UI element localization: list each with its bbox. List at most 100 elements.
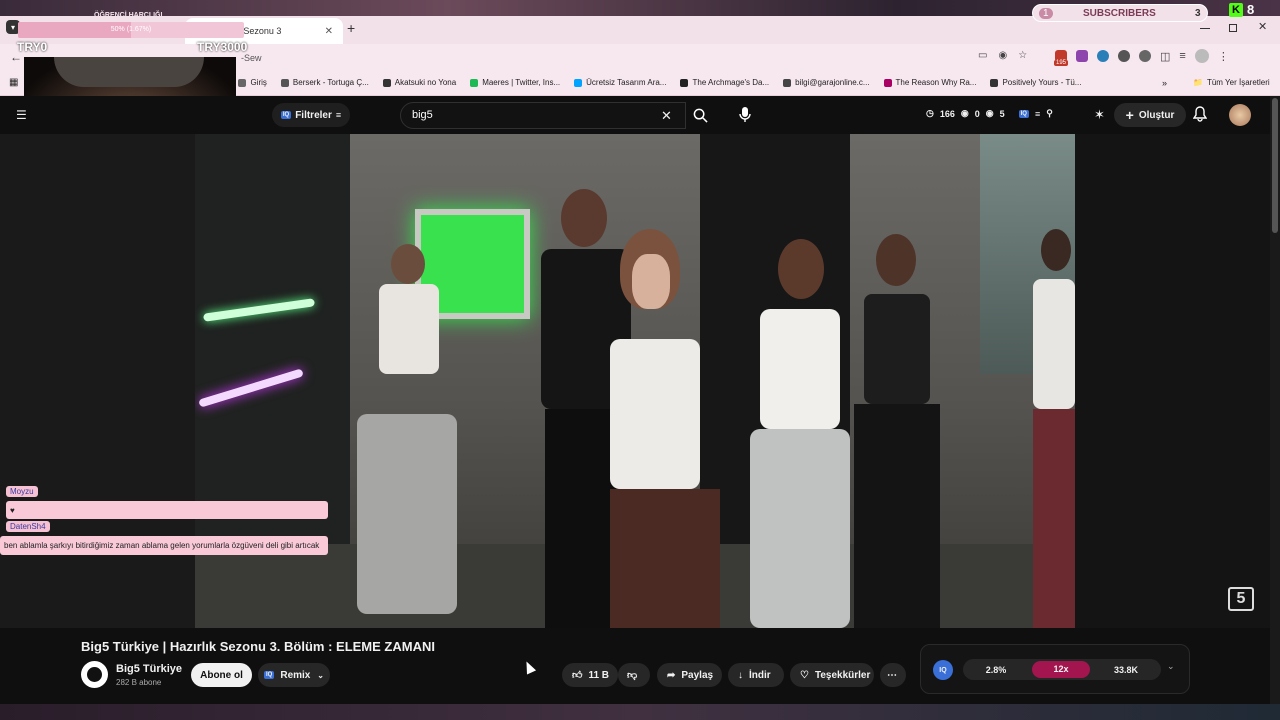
- search-box[interactable]: ✕: [400, 102, 686, 129]
- metric-views-hour: 33.8K: [1113, 664, 1139, 675]
- bookmark-favicon-icon: [470, 78, 479, 87]
- browser-menu-icon[interactable]: ⋮: [1218, 50, 1229, 63]
- iq-logo-icon: IQ: [933, 660, 953, 680]
- eye-off-icon: ◉: [985, 108, 994, 118]
- kick-count: 8: [1247, 2, 1255, 17]
- thumbs-up-icon: 👍︎: [572, 670, 583, 681]
- bookmark-star-icon[interactable]: ☆: [1018, 50, 1027, 61]
- queue-icon[interactable]: ≡: [1035, 109, 1040, 119]
- extension-bulb-icon[interactable]: [1118, 50, 1130, 62]
- download-button[interactable]: ↓ İndir: [728, 663, 784, 687]
- subscribers-current: 1: [1039, 8, 1053, 19]
- bookmark-label: Ücretsiz Tasarım Ara...: [586, 78, 667, 87]
- thanks-button[interactable]: ♡ Teşekkürler: [790, 663, 874, 687]
- right-panel: [1075, 134, 1270, 628]
- dancer-front-woman: [590, 229, 740, 628]
- extension-gear-icon[interactable]: ✶: [1094, 107, 1105, 123]
- eye-icon: ◉: [960, 108, 969, 118]
- url-text[interactable]: -Sew: [241, 53, 262, 63]
- like-button[interactable]: 👍︎ 11 B: [562, 663, 618, 687]
- heart-dollar-icon: ♡: [800, 669, 809, 681]
- extensions-puzzle-icon[interactable]: ◫: [1160, 50, 1170, 63]
- chat-user: Moyzu: [6, 486, 38, 497]
- expand-chevron-icon[interactable]: ⌄: [1167, 661, 1175, 672]
- download-icon: ↓: [738, 669, 743, 681]
- share-button[interactable]: ➦ Paylaş: [657, 663, 722, 687]
- like-count: 11 B: [588, 669, 610, 681]
- thanks-label: Teşekkürler: [814, 669, 871, 681]
- maximize-window-icon[interactable]: [1229, 24, 1237, 32]
- remix-button[interactable]: IQ Remix ⌄: [258, 663, 330, 687]
- wallet-right: TRY3000: [197, 40, 248, 54]
- bookmark-label: Giriş: [250, 78, 267, 87]
- subscribers-label: SUBSCRIBERS: [1083, 8, 1156, 19]
- bookmark-label: Berserk - Tortuga Ç...: [292, 78, 369, 87]
- bookmark-label: Maeres | Twitter, Ins...: [482, 78, 561, 87]
- notifications-bell-icon[interactable]: [1192, 106, 1208, 127]
- filters-label: Filtreler: [295, 109, 332, 121]
- bookmark-favicon-icon: [280, 78, 289, 87]
- chat-text: ben ablamla şarkıyı bitirdiğimiz zaman a…: [0, 536, 328, 555]
- create-label: Oluştur: [1138, 109, 1175, 121]
- bookmark-favicon-icon: [680, 78, 689, 87]
- create-button[interactable]: + Oluştur: [1114, 103, 1186, 127]
- search-input[interactable]: [412, 109, 642, 121]
- bookmark-item[interactable]: Berserk - Tortuga Ç...: [280, 78, 369, 87]
- stats-bar: ◷ 166 ◉ 0 ◉ 5 IQ ≡ ⚲: [926, 108, 1053, 119]
- filters-button[interactable]: IQ Filtreler ≡: [272, 103, 350, 127]
- extension-blue-icon[interactable]: [1097, 50, 1109, 62]
- bookmark-item[interactable]: Akatsuki no Yona: [382, 78, 457, 87]
- stat-b: 5: [999, 108, 1005, 119]
- plus-icon: +: [1125, 107, 1134, 123]
- extension-cloud-icon[interactable]: [1139, 50, 1151, 62]
- more-actions-button[interactable]: ⋯: [880, 663, 906, 687]
- filter-sliders-icon: ≡: [335, 110, 342, 120]
- dislike-button[interactable]: 👎︎: [618, 663, 650, 687]
- hamburger-menu-icon[interactable]: ☰: [16, 108, 27, 122]
- voice-search-icon[interactable]: [738, 106, 752, 124]
- iq-header-icon[interactable]: IQ: [1018, 109, 1029, 118]
- more-horizontal-icon: ⋯: [887, 669, 897, 681]
- bookmark-label: Akatsuki no Yona: [394, 78, 457, 87]
- account-avatar[interactable]: [1229, 104, 1251, 126]
- close-tab-icon[interactable]: ✕: [325, 26, 333, 37]
- bookmark-item[interactable]: Giriş: [238, 78, 267, 87]
- bookmark-item[interactable]: Positively Yours - Tü...: [990, 78, 1081, 87]
- page-scrollbar[interactable]: [1270, 96, 1280, 706]
- more-bookmarks-icon[interactable]: »: [1162, 78, 1167, 88]
- scrollbar-thumb[interactable]: [1272, 98, 1278, 233]
- bookmark-item[interactable]: The Archmage's Da...: [680, 78, 769, 87]
- stat-a: 0: [974, 108, 980, 119]
- minimize-window-icon[interactable]: [1200, 28, 1210, 29]
- channel-avatar[interactable]: [81, 661, 108, 688]
- all-bookmarks[interactable]: 📁 Tüm Yer İşaretleri: [1193, 78, 1270, 87]
- trophy-icon[interactable]: ⚲: [1046, 108, 1053, 119]
- close-window-icon[interactable]: ✕: [1258, 20, 1267, 33]
- channel-name[interactable]: Big5 Türkiye: [116, 663, 182, 675]
- subscribe-button[interactable]: Abone ol: [191, 663, 252, 687]
- bookmark-item[interactable]: Maeres | Twitter, Ins...: [470, 78, 560, 87]
- share-label: Paylaş: [681, 669, 714, 681]
- metric-ctr: 2.8%: [985, 664, 1007, 675]
- bookmark-favicon-icon: [783, 78, 792, 87]
- iq-metrics-panel: IQ 2.8% 12x 33.8K ⌄: [920, 644, 1190, 694]
- bookmark-favicon-icon: [883, 78, 892, 87]
- remix-label: Remix: [280, 669, 311, 681]
- new-tab-button[interactable]: +: [347, 20, 355, 36]
- bookmark-item[interactable]: The Reason Why Ra...: [883, 78, 976, 87]
- eye-off-icon[interactable]: ◉: [998, 50, 1007, 61]
- reading-list-icon[interactable]: ≡: [1179, 50, 1185, 62]
- all-bookmarks-label: Tüm Yer İşaretleri: [1206, 78, 1270, 87]
- profile-avatar[interactable]: [1194, 49, 1209, 63]
- apps-grid-icon[interactable]: ▦: [9, 77, 18, 88]
- search-icon[interactable]: [686, 102, 714, 129]
- stat-views: 166: [939, 108, 955, 119]
- dancer-left: [347, 244, 467, 628]
- desktop-strip: [0, 704, 1280, 720]
- bookmark-item[interactable]: bilgi@garajonline.c...: [783, 78, 870, 87]
- bookmark-item[interactable]: Ücretsiz Tasarım Ara...: [574, 78, 666, 87]
- extension-purple-icon[interactable]: [1076, 50, 1088, 62]
- clear-search-icon[interactable]: ✕: [661, 108, 672, 124]
- cast-icon[interactable]: ▭: [978, 50, 987, 61]
- bookmark-favicon-icon: [574, 78, 583, 87]
